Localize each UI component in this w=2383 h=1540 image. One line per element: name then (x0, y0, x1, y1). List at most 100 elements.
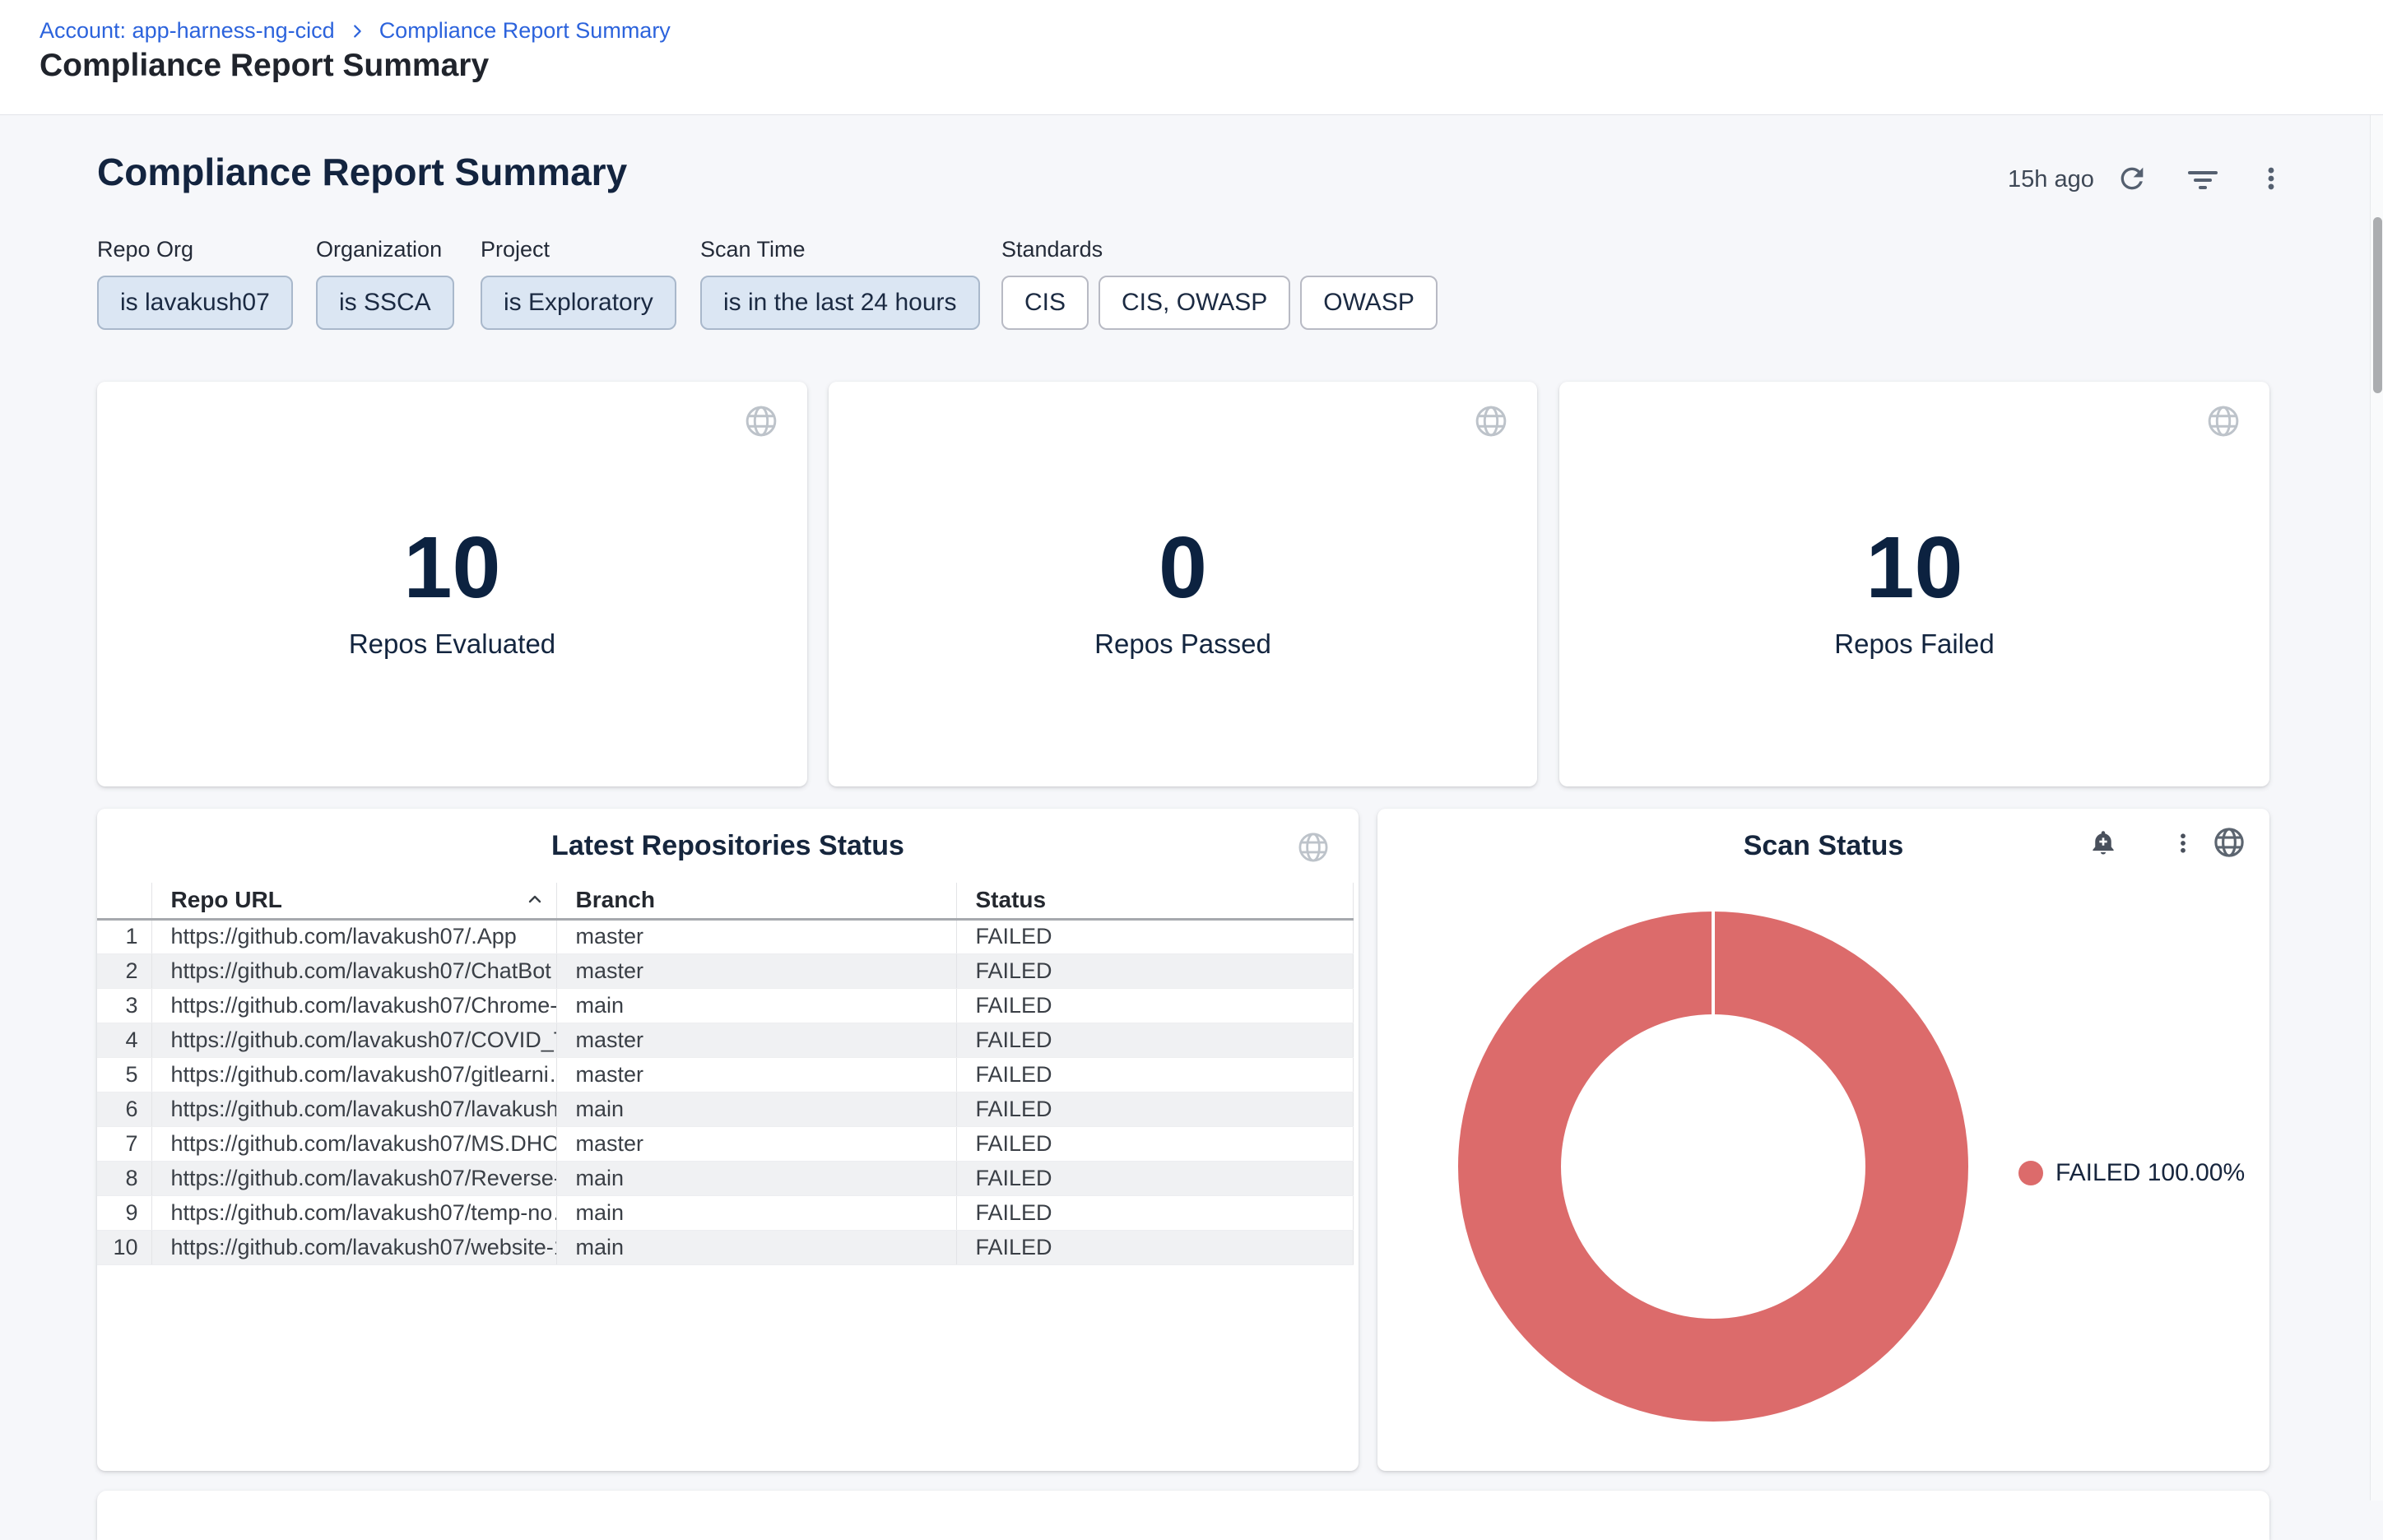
table-row: 6 https://github.com/lavakush07/lavakush… (97, 1092, 1353, 1126)
status-cell: FAILED (956, 1126, 1353, 1161)
legend-failed-label: FAILED 100.00% (2056, 1159, 2245, 1187)
table-header-row: Repo URL Branch Status (97, 883, 1353, 919)
globe-icon (743, 403, 779, 443)
status-cell: FAILED (956, 953, 1353, 988)
globe-icon (1296, 830, 1331, 869)
repo-url-cell: https://github.com/lavakush07/website-1 (151, 1230, 556, 1264)
status-cell: FAILED (956, 988, 1353, 1023)
filter-toggle-button[interactable] (2185, 160, 2221, 199)
table-row: 2 https://github.com/lavakush07/ChatBot … (97, 953, 1353, 988)
filter-group-organization: Organization is SSCA (316, 237, 454, 330)
status-cell: FAILED (956, 919, 1353, 953)
table-row: 1 https://github.com/lavakush07/.App mas… (97, 919, 1353, 953)
table-row: 10 https://github.com/lavakush07/website… (97, 1230, 1353, 1264)
last-updated-label: 15h ago (2008, 166, 2094, 193)
repo-url-cell: https://github.com/lavakush07/ChatBot (151, 953, 556, 988)
globe-icon (2212, 825, 2246, 864)
row-number: 10 (97, 1230, 151, 1264)
table-row: 5 https://github.com/lavakush07/gitlearn… (97, 1057, 1353, 1092)
filter-label: Repo Org (97, 237, 293, 262)
filter-chip-scan-time[interactable]: is in the last 24 hours (700, 276, 980, 330)
branch-cell: master (556, 1126, 956, 1161)
filter-group-standards: Standards CIS CIS, OWASP OWASP (1001, 237, 1438, 330)
breadcrumb: Account: app-harness-ng-cicd Compliance … (39, 18, 671, 44)
branch-cell: main (556, 1230, 956, 1264)
filter-chip-project[interactable]: is Exploratory (481, 276, 676, 330)
branch-cell: master (556, 919, 956, 953)
branch-cell: master (556, 1057, 956, 1092)
status-cell: FAILED (956, 1161, 1353, 1195)
filter-group-repo-org: Repo Org is lavakush07 (97, 237, 293, 330)
bell-plus-icon (2088, 828, 2118, 860)
column-header-repo-url[interactable]: Repo URL (151, 883, 556, 919)
row-number: 6 (97, 1092, 151, 1126)
branch-cell: master (556, 953, 956, 988)
repo-url-cell: https://github.com/lavakush07/Reverse-… (151, 1161, 556, 1195)
row-number: 9 (97, 1195, 151, 1230)
stat-card-repos-evaluated: 10 Repos Evaluated (97, 382, 807, 786)
tile-menu-button[interactable] (2171, 829, 2195, 860)
legend-failed-dot (2018, 1161, 2043, 1185)
table-panel-title: Latest Repositories Status (97, 830, 1359, 862)
stat-label: Repos Failed (1559, 629, 2269, 660)
filter-label: Scan Time (700, 237, 980, 262)
filter-chip-standards-owasp[interactable]: OWASP (1300, 276, 1438, 330)
filter-chip-repo-org[interactable]: is lavakush07 (97, 276, 293, 330)
kebab-menu-icon (2171, 829, 2195, 860)
page-title: Compliance Report Summary (39, 48, 489, 84)
column-header-status[interactable]: Status (956, 883, 1353, 919)
refresh-button[interactable] (2116, 162, 2148, 197)
breadcrumb-account-link[interactable]: Account: app-harness-ng-cicd (39, 18, 335, 44)
row-number-column-header (97, 883, 151, 919)
globe-icon (1473, 403, 1509, 443)
stat-value: 10 (1559, 518, 2269, 618)
donut-segment-divider (1712, 911, 1715, 1015)
refresh-icon (2116, 162, 2148, 197)
vertical-scrollbar-thumb[interactable] (2373, 217, 2382, 393)
sort-ascending-icon (525, 890, 545, 910)
row-number: 2 (97, 953, 151, 988)
table-row: 3 https://github.com/lavakush07/Chrome-…… (97, 988, 1353, 1023)
filter-label: Standards (1001, 237, 1438, 262)
scan-status-panel: Scan Status FAILED 100.00% (1377, 809, 2269, 1471)
column-header-branch[interactable]: Branch (556, 883, 956, 919)
table-row: 9 https://github.com/lavakush07/temp-no…… (97, 1195, 1353, 1230)
filter-chip-standards-cis[interactable]: CIS (1001, 276, 1089, 330)
globe-icon (2205, 403, 2241, 443)
filter-icon (2185, 160, 2221, 199)
filter-chip-organization[interactable]: is SSCA (316, 276, 454, 330)
repo-url-cell: https://github.com/lavakush07/Chrome-… (151, 988, 556, 1023)
row-number: 5 (97, 1057, 151, 1092)
status-cell: FAILED (956, 1092, 1353, 1126)
branch-cell: main (556, 1195, 956, 1230)
repo-url-cell: https://github.com/lavakush07/temp-no… (151, 1195, 556, 1230)
breadcrumb-page-link[interactable]: Compliance Report Summary (379, 18, 671, 44)
repo-url-cell: https://github.com/lavakush07/COVID_T… (151, 1023, 556, 1057)
kebab-menu-icon (2257, 165, 2285, 195)
filter-label: Organization (316, 237, 454, 262)
chart-legend: FAILED 100.00% (2018, 1159, 2245, 1187)
status-cell: FAILED (956, 1195, 1353, 1230)
vertical-scrollbar-track[interactable] (2370, 115, 2383, 1501)
table-row: 8 https://github.com/lavakush07/Reverse-… (97, 1161, 1353, 1195)
alert-bell-button[interactable] (2088, 828, 2118, 860)
latest-repositories-panel: Latest Repositories Status Repo URL Bran… (97, 809, 1359, 1471)
branch-cell: main (556, 1161, 956, 1195)
filter-label: Project (481, 237, 676, 262)
repo-url-cell: https://github.com/lavakush07/.App (151, 919, 556, 953)
table-row: 4 https://github.com/lavakush07/COVID_T…… (97, 1023, 1353, 1057)
repositories-table: Repo URL Branch Status 1 https://github.… (97, 883, 1354, 1265)
status-cell: FAILED (956, 1023, 1353, 1057)
repo-url-cell: https://github.com/lavakush07/gitlearni… (151, 1057, 556, 1092)
filter-group-project: Project is Exploratory (481, 237, 676, 330)
dashboard-actions: 15h ago (2008, 156, 2304, 202)
row-number: 4 (97, 1023, 151, 1057)
dashboard-menu-button[interactable] (2257, 165, 2285, 195)
stat-label: Repos Evaluated (97, 629, 807, 660)
stat-card-repos-failed: 10 Repos Failed (1559, 382, 2269, 786)
next-panel-partial (97, 1491, 2269, 1540)
filter-group-scan-time: Scan Time is in the last 24 hours (700, 237, 980, 330)
row-number: 7 (97, 1126, 151, 1161)
dashboard-title: Compliance Report Summary (97, 150, 627, 194)
filter-chip-standards-cis-owasp[interactable]: CIS, OWASP (1099, 276, 1290, 330)
